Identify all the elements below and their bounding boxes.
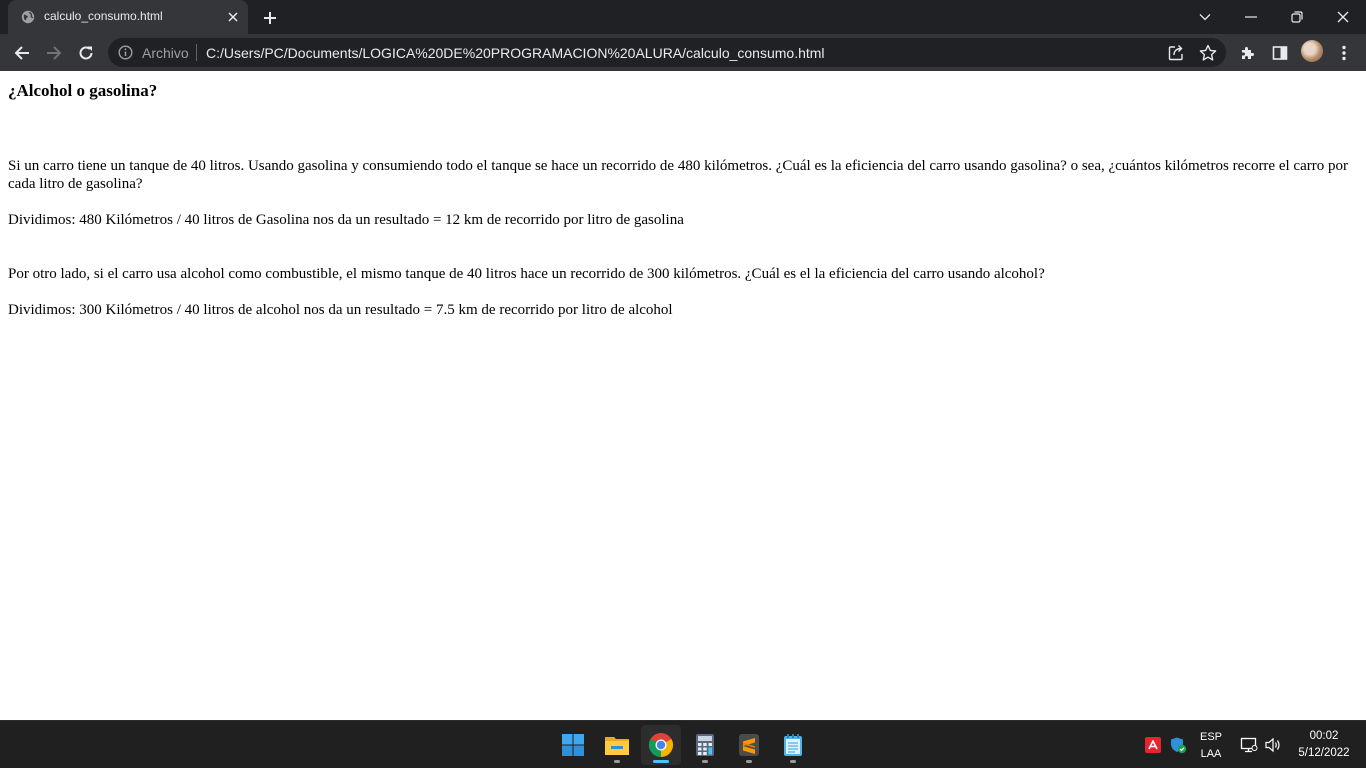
language-indicator[interactable]: ESP bbox=[1196, 731, 1226, 743]
restore-icon[interactable] bbox=[1274, 0, 1320, 34]
globe-icon bbox=[21, 10, 35, 24]
app-indicator bbox=[653, 760, 669, 763]
url-text[interactable]: C:/Users/PC/Documents/LOGICA%20DE%20PROG… bbox=[206, 45, 825, 61]
windows-start-icon[interactable] bbox=[553, 725, 593, 765]
app-indicator bbox=[614, 760, 620, 763]
paragraph-gasoline-problem: Si un carro tiene un tanque de 40 litros… bbox=[8, 158, 1348, 192]
speaker-icon[interactable] bbox=[1264, 736, 1282, 754]
paragraph-alcohol-problem: Por otro lado, si el carro usa alcohol c… bbox=[8, 266, 1045, 282]
notepad-icon[interactable] bbox=[773, 725, 813, 765]
calculator-icon[interactable] bbox=[685, 725, 725, 765]
sublime-text-icon[interactable] bbox=[729, 725, 769, 765]
window-close-icon[interactable] bbox=[1320, 0, 1366, 34]
info-icon[interactable] bbox=[118, 45, 133, 60]
omnibox-divider bbox=[196, 44, 197, 61]
taskbar: ESP LAA 00:02 5/12/2022 bbox=[0, 720, 1366, 768]
tab-title: calculo_consumo.html bbox=[44, 9, 163, 23]
amd-software-icon[interactable] bbox=[1145, 737, 1161, 753]
star-icon[interactable] bbox=[1198, 43, 1218, 63]
browser-toolbar: Archivo C:/Users/PC/Documents/LOGICA%20D… bbox=[0, 34, 1366, 71]
close-icon[interactable] bbox=[224, 8, 242, 26]
extensions-puzzle-icon[interactable] bbox=[1234, 39, 1262, 67]
clock-date[interactable]: 5/12/2022 bbox=[1290, 747, 1358, 759]
site-chip[interactable]: Archivo bbox=[142, 45, 189, 61]
tab-strip: calculo_consumo.html bbox=[0, 0, 1366, 34]
forward-arrow-icon[interactable] bbox=[40, 39, 68, 67]
network-icon[interactable] bbox=[1240, 736, 1258, 754]
windows-security-icon[interactable] bbox=[1169, 736, 1187, 754]
app-indicator bbox=[702, 760, 708, 763]
browser-tab[interactable]: calculo_consumo.html bbox=[8, 0, 248, 34]
app-indicator bbox=[746, 760, 752, 763]
minimize-icon[interactable] bbox=[1228, 0, 1274, 34]
reload-icon[interactable] bbox=[72, 39, 100, 67]
chrome-icon[interactable] bbox=[641, 725, 681, 765]
profile-avatar[interactable] bbox=[1301, 40, 1323, 62]
page-content: ¿Alcohol o gasolina? Si un carro tiene u… bbox=[0, 71, 1366, 720]
chevron-down-icon[interactable] bbox=[1182, 0, 1228, 34]
app-indicator bbox=[790, 760, 796, 763]
file-explorer-icon[interactable] bbox=[597, 725, 637, 765]
share-icon[interactable] bbox=[1166, 43, 1186, 63]
kebab-menu-icon[interactable] bbox=[1330, 39, 1358, 67]
paragraph-gasoline-result: Dividimos: 480 Kilómetros / 40 litros de… bbox=[8, 212, 684, 228]
clock-time[interactable]: 00:02 bbox=[1290, 730, 1358, 742]
paragraph-alcohol-result: Dividimos: 300 Kilómetros / 40 litros de… bbox=[8, 302, 673, 318]
address-bar[interactable]: Archivo C:/Users/PC/Documents/LOGICA%20D… bbox=[108, 38, 1226, 67]
side-panel-icon[interactable] bbox=[1266, 39, 1294, 67]
page-title: ¿Alcohol o gasolina? bbox=[8, 81, 158, 100]
plus-icon[interactable] bbox=[258, 6, 282, 30]
back-arrow-icon[interactable] bbox=[8, 39, 36, 67]
keyboard-layout-indicator[interactable]: LAA bbox=[1196, 748, 1226, 760]
